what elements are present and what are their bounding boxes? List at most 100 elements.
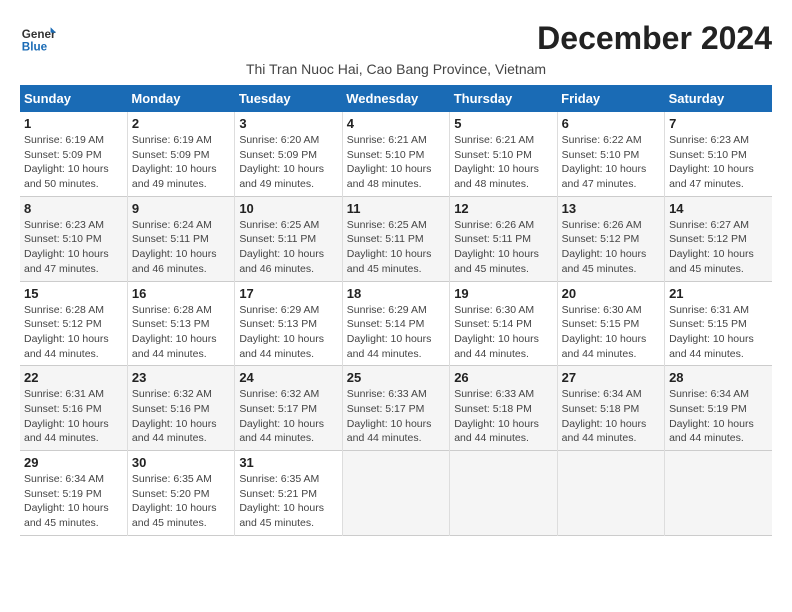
table-row: 3 Sunrise: 6:20 AMSunset: 5:09 PMDayligh… (235, 112, 342, 196)
day-number: 28 (669, 370, 768, 385)
table-row: 20 Sunrise: 6:30 AMSunset: 5:15 PMDaylig… (557, 281, 664, 366)
table-row: 19 Sunrise: 6:30 AMSunset: 5:14 PMDaylig… (450, 281, 557, 366)
day-number: 9 (132, 201, 230, 216)
header-tuesday: Tuesday (235, 85, 342, 112)
day-number: 2 (132, 116, 230, 131)
day-info: Sunrise: 6:21 AMSunset: 5:10 PMDaylight:… (454, 134, 539, 190)
day-info: Sunrise: 6:34 AMSunset: 5:19 PMDaylight:… (24, 473, 109, 529)
page-header: General Blue December 2024 (20, 20, 772, 57)
day-number: 22 (24, 370, 123, 385)
table-row: 24 Sunrise: 6:32 AMSunset: 5:17 PMDaylig… (235, 366, 342, 451)
table-row (557, 451, 664, 536)
day-number: 21 (669, 286, 768, 301)
day-number: 24 (239, 370, 337, 385)
day-info: Sunrise: 6:26 AMSunset: 5:12 PMDaylight:… (562, 219, 647, 275)
header-saturday: Saturday (665, 85, 772, 112)
day-info: Sunrise: 6:23 AMSunset: 5:10 PMDaylight:… (24, 219, 109, 275)
calendar-week-row: 15 Sunrise: 6:28 AMSunset: 5:12 PMDaylig… (20, 281, 772, 366)
table-row: 26 Sunrise: 6:33 AMSunset: 5:18 PMDaylig… (450, 366, 557, 451)
table-row: 14 Sunrise: 6:27 AMSunset: 5:12 PMDaylig… (665, 196, 772, 281)
calendar-title: December 2024 (537, 20, 772, 57)
day-info: Sunrise: 6:19 AMSunset: 5:09 PMDaylight:… (132, 134, 217, 190)
day-number: 7 (669, 116, 768, 131)
day-number: 14 (669, 201, 768, 216)
table-row: 5 Sunrise: 6:21 AMSunset: 5:10 PMDayligh… (450, 112, 557, 196)
day-info: Sunrise: 6:29 AMSunset: 5:14 PMDaylight:… (347, 304, 432, 360)
day-number: 12 (454, 201, 552, 216)
table-row: 18 Sunrise: 6:29 AMSunset: 5:14 PMDaylig… (342, 281, 449, 366)
table-row: 29 Sunrise: 6:34 AMSunset: 5:19 PMDaylig… (20, 451, 127, 536)
table-row: 21 Sunrise: 6:31 AMSunset: 5:15 PMDaylig… (665, 281, 772, 366)
day-info: Sunrise: 6:31 AMSunset: 5:15 PMDaylight:… (669, 304, 754, 360)
table-row: 28 Sunrise: 6:34 AMSunset: 5:19 PMDaylig… (665, 366, 772, 451)
day-number: 31 (239, 455, 337, 470)
calendar-table: Sunday Monday Tuesday Wednesday Thursday… (20, 85, 772, 536)
table-row: 23 Sunrise: 6:32 AMSunset: 5:16 PMDaylig… (127, 366, 234, 451)
day-info: Sunrise: 6:25 AMSunset: 5:11 PMDaylight:… (239, 219, 324, 275)
header-thursday: Thursday (450, 85, 557, 112)
day-number: 4 (347, 116, 445, 131)
calendar-week-row: 8 Sunrise: 6:23 AMSunset: 5:10 PMDayligh… (20, 196, 772, 281)
table-row: 17 Sunrise: 6:29 AMSunset: 5:13 PMDaylig… (235, 281, 342, 366)
day-info: Sunrise: 6:33 AMSunset: 5:18 PMDaylight:… (454, 388, 539, 444)
day-number: 8 (24, 201, 123, 216)
day-number: 6 (562, 116, 660, 131)
day-info: Sunrise: 6:34 AMSunset: 5:18 PMDaylight:… (562, 388, 647, 444)
day-info: Sunrise: 6:35 AMSunset: 5:20 PMDaylight:… (132, 473, 217, 529)
table-row: 16 Sunrise: 6:28 AMSunset: 5:13 PMDaylig… (127, 281, 234, 366)
day-number: 19 (454, 286, 552, 301)
day-info: Sunrise: 6:29 AMSunset: 5:13 PMDaylight:… (239, 304, 324, 360)
logo-icon: General Blue (20, 20, 56, 56)
day-number: 1 (24, 116, 123, 131)
day-number: 15 (24, 286, 123, 301)
logo: General Blue (20, 20, 56, 56)
table-row (342, 451, 449, 536)
table-row: 31 Sunrise: 6:35 AMSunset: 5:21 PMDaylig… (235, 451, 342, 536)
day-info: Sunrise: 6:35 AMSunset: 5:21 PMDaylight:… (239, 473, 324, 529)
day-number: 25 (347, 370, 445, 385)
table-row: 6 Sunrise: 6:22 AMSunset: 5:10 PMDayligh… (557, 112, 664, 196)
day-info: Sunrise: 6:32 AMSunset: 5:17 PMDaylight:… (239, 388, 324, 444)
table-row: 10 Sunrise: 6:25 AMSunset: 5:11 PMDaylig… (235, 196, 342, 281)
table-row: 2 Sunrise: 6:19 AMSunset: 5:09 PMDayligh… (127, 112, 234, 196)
day-info: Sunrise: 6:24 AMSunset: 5:11 PMDaylight:… (132, 219, 217, 275)
day-info: Sunrise: 6:26 AMSunset: 5:11 PMDaylight:… (454, 219, 539, 275)
table-row: 30 Sunrise: 6:35 AMSunset: 5:20 PMDaylig… (127, 451, 234, 536)
day-info: Sunrise: 6:30 AMSunset: 5:15 PMDaylight:… (562, 304, 647, 360)
header-wednesday: Wednesday (342, 85, 449, 112)
svg-text:Blue: Blue (22, 41, 48, 54)
table-row: 27 Sunrise: 6:34 AMSunset: 5:18 PMDaylig… (557, 366, 664, 451)
day-info: Sunrise: 6:20 AMSunset: 5:09 PMDaylight:… (239, 134, 324, 190)
day-info: Sunrise: 6:22 AMSunset: 5:10 PMDaylight:… (562, 134, 647, 190)
day-number: 26 (454, 370, 552, 385)
table-row (450, 451, 557, 536)
table-row: 9 Sunrise: 6:24 AMSunset: 5:11 PMDayligh… (127, 196, 234, 281)
table-row: 12 Sunrise: 6:26 AMSunset: 5:11 PMDaylig… (450, 196, 557, 281)
day-info: Sunrise: 6:27 AMSunset: 5:12 PMDaylight:… (669, 219, 754, 275)
day-number: 23 (132, 370, 230, 385)
day-info: Sunrise: 6:33 AMSunset: 5:17 PMDaylight:… (347, 388, 432, 444)
day-info: Sunrise: 6:25 AMSunset: 5:11 PMDaylight:… (347, 219, 432, 275)
day-info: Sunrise: 6:28 AMSunset: 5:12 PMDaylight:… (24, 304, 109, 360)
day-info: Sunrise: 6:21 AMSunset: 5:10 PMDaylight:… (347, 134, 432, 190)
table-row: 15 Sunrise: 6:28 AMSunset: 5:12 PMDaylig… (20, 281, 127, 366)
day-info: Sunrise: 6:31 AMSunset: 5:16 PMDaylight:… (24, 388, 109, 444)
calendar-week-row: 29 Sunrise: 6:34 AMSunset: 5:19 PMDaylig… (20, 451, 772, 536)
day-number: 11 (347, 201, 445, 216)
header-sunday: Sunday (20, 85, 127, 112)
day-info: Sunrise: 6:23 AMSunset: 5:10 PMDaylight:… (669, 134, 754, 190)
day-number: 17 (239, 286, 337, 301)
table-row (665, 451, 772, 536)
table-row: 22 Sunrise: 6:31 AMSunset: 5:16 PMDaylig… (20, 366, 127, 451)
table-row: 8 Sunrise: 6:23 AMSunset: 5:10 PMDayligh… (20, 196, 127, 281)
day-number: 5 (454, 116, 552, 131)
day-info: Sunrise: 6:30 AMSunset: 5:14 PMDaylight:… (454, 304, 539, 360)
day-number: 18 (347, 286, 445, 301)
table-row: 13 Sunrise: 6:26 AMSunset: 5:12 PMDaylig… (557, 196, 664, 281)
table-row: 7 Sunrise: 6:23 AMSunset: 5:10 PMDayligh… (665, 112, 772, 196)
header-friday: Friday (557, 85, 664, 112)
table-row: 4 Sunrise: 6:21 AMSunset: 5:10 PMDayligh… (342, 112, 449, 196)
weekday-header-row: Sunday Monday Tuesday Wednesday Thursday… (20, 85, 772, 112)
day-number: 10 (239, 201, 337, 216)
day-number: 3 (239, 116, 337, 131)
